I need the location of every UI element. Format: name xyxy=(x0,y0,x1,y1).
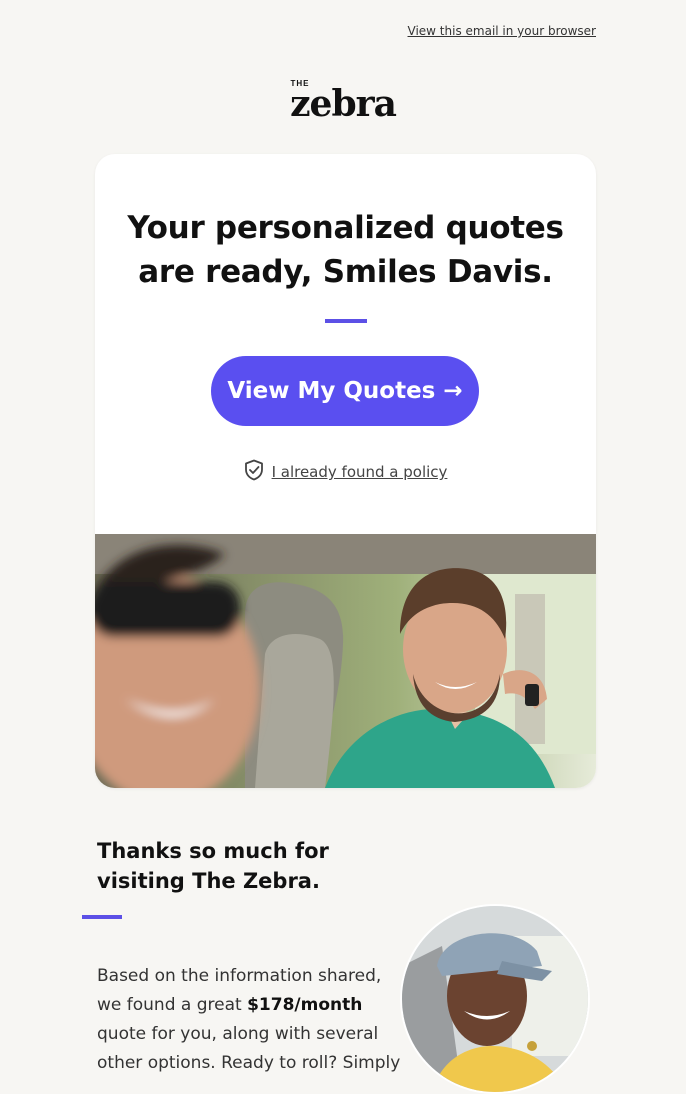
section-divider xyxy=(82,915,122,919)
zebra-logo[interactable]: THE zebra xyxy=(0,80,686,123)
quote-summary-text: Based on the information shared, we foun… xyxy=(97,962,402,1078)
hero-title-line1: Your personalized quotes xyxy=(127,210,564,246)
view-in-browser-link[interactable]: View this email in your browser xyxy=(408,24,596,38)
body-text-after: quote for you, along with several other … xyxy=(97,1024,401,1073)
monthly-price: $178/month xyxy=(247,995,363,1015)
view-quotes-button[interactable]: View My Quotes → xyxy=(211,356,479,426)
hero-title-line2: are ready, Smiles Davis. xyxy=(138,254,553,290)
hero-title: Your personalized quotes are ready, Smil… xyxy=(95,206,596,294)
car-photo xyxy=(95,534,596,788)
quotes-card: Your personalized quotes are ready, Smil… xyxy=(95,154,596,788)
already-found-policy-link[interactable]: I already found a policy xyxy=(272,463,448,481)
policy-row: I already found a policy xyxy=(95,459,596,485)
thanks-heading-line1: Thanks so much for xyxy=(97,839,329,863)
customer-photo xyxy=(400,904,590,1094)
title-divider xyxy=(325,319,367,323)
thanks-heading-line2: visiting The Zebra. xyxy=(97,869,320,893)
thanks-heading: Thanks so much for visiting The Zebra. xyxy=(97,836,329,896)
logo-wordmark: zebra xyxy=(290,83,397,125)
shield-check-icon xyxy=(244,459,264,485)
